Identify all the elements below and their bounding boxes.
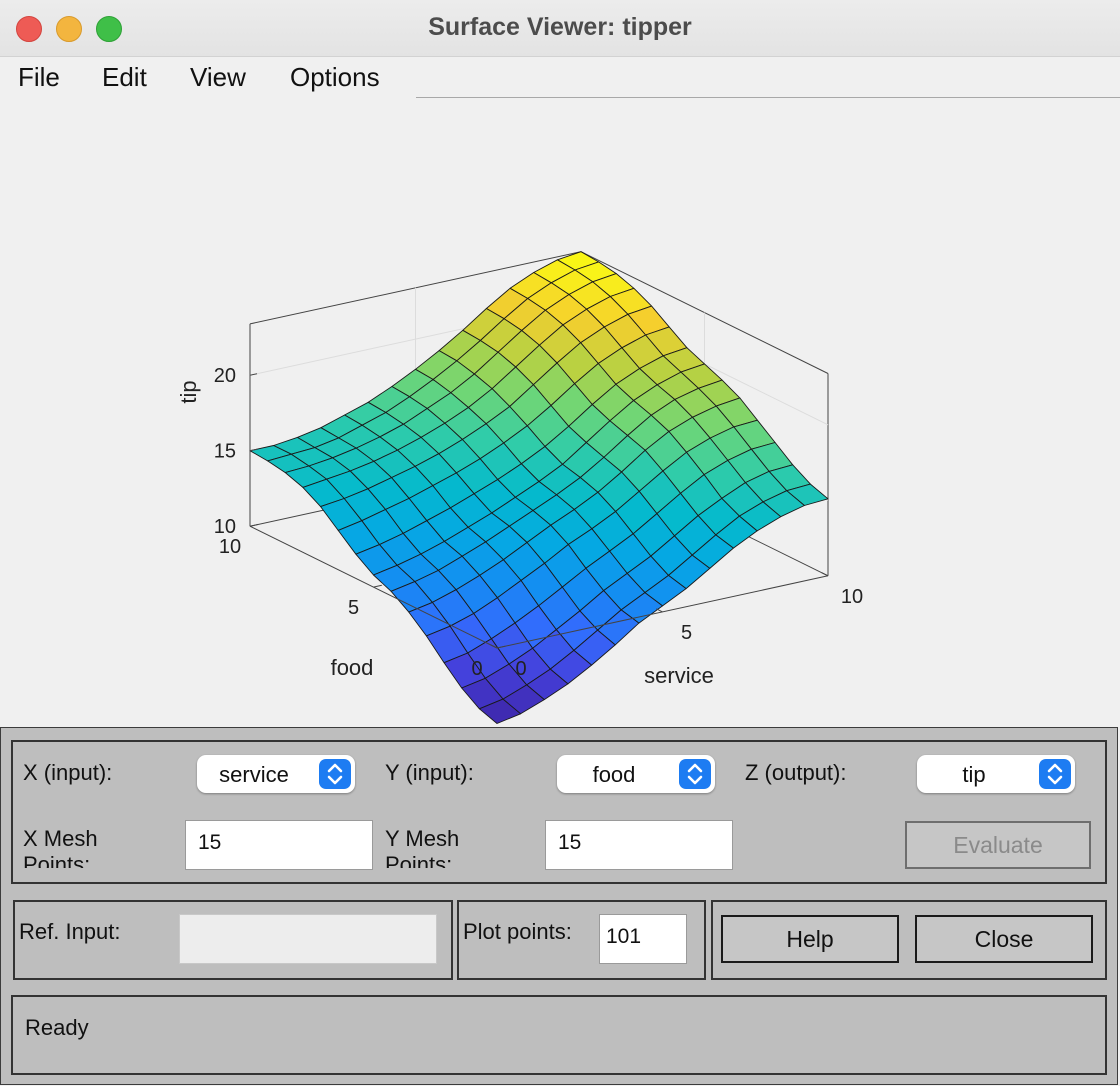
z-output-select[interactable]: tip: [917, 755, 1075, 793]
x-input-select[interactable]: service: [197, 755, 355, 793]
service-tick-label: 0: [515, 658, 526, 680]
food-tick-label: 5: [348, 597, 359, 619]
y-mesh-input[interactable]: 15: [545, 820, 733, 870]
ref-input-field[interactable]: [179, 914, 437, 964]
y-mesh-label: Y Mesh Points:: [385, 826, 460, 868]
x-input-label: X (input):: [23, 760, 113, 785]
tip-axis-label: tip: [176, 380, 201, 403]
food-tick-mark: [249, 523, 259, 527]
z-output-label: Z (output):: [745, 760, 847, 785]
service-tick-mark: [656, 608, 663, 613]
plot-points-label: Plot points:: [463, 919, 572, 944]
title-bar: Surface Viewer: tipper: [0, 0, 1120, 57]
food-tick-mark: [373, 584, 382, 588]
close-button[interactable]: Close: [915, 915, 1093, 963]
z-output-select-value: tip: [962, 762, 986, 787]
help-button[interactable]: Help: [721, 915, 899, 963]
evaluate-button[interactable]: Evaluate: [905, 821, 1091, 869]
service-tick-label: 5: [681, 622, 692, 644]
food-tick-label: 10: [219, 536, 241, 558]
window-title: Surface Viewer: tipper: [428, 13, 692, 41]
menu-divider: [416, 97, 1120, 98]
service-axis-label: service: [644, 663, 714, 688]
plot-points-input[interactable]: 101: [599, 914, 687, 964]
menu-view[interactable]: View: [190, 62, 246, 93]
status-bar: [11, 995, 1107, 1075]
select-arrows-icon: [319, 759, 351, 789]
surface-plot[interactable]: 05100510101520servicefoodtip: [0, 99, 1120, 726]
tip-tick-label: 15: [214, 441, 236, 463]
plot-area: 0 5 10 0 5 10 10 15 20 service food tip: [0, 99, 1120, 726]
x-mesh-input[interactable]: 15: [185, 820, 373, 870]
control-panel: X (input): service Y (input): food Z (ou…: [0, 727, 1118, 1085]
status-text: Ready: [25, 1015, 89, 1040]
menu-options[interactable]: Options: [290, 62, 380, 93]
tip-tick-label: 20: [214, 365, 236, 387]
food-tick-label: 0: [471, 658, 482, 680]
menu-file[interactable]: File: [18, 62, 60, 93]
service-tick-mark: [821, 572, 829, 577]
select-arrows-icon: [679, 759, 711, 789]
y-input-label: Y (input):: [385, 760, 474, 785]
x-input-select-value: service: [219, 762, 289, 787]
food-axis-label: food: [331, 655, 374, 680]
menu-edit[interactable]: Edit: [102, 62, 147, 93]
ref-input-label: Ref. Input:: [19, 919, 121, 944]
y-input-select[interactable]: food: [557, 755, 715, 793]
x-mesh-label: X Mesh Points:: [23, 826, 98, 868]
tip-tick-label: 10: [214, 516, 236, 538]
menu-bar: File Edit View Options: [0, 57, 1120, 99]
select-arrows-icon: [1039, 759, 1071, 789]
service-tick-label: 10: [841, 586, 863, 608]
y-input-select-value: food: [592, 762, 636, 787]
